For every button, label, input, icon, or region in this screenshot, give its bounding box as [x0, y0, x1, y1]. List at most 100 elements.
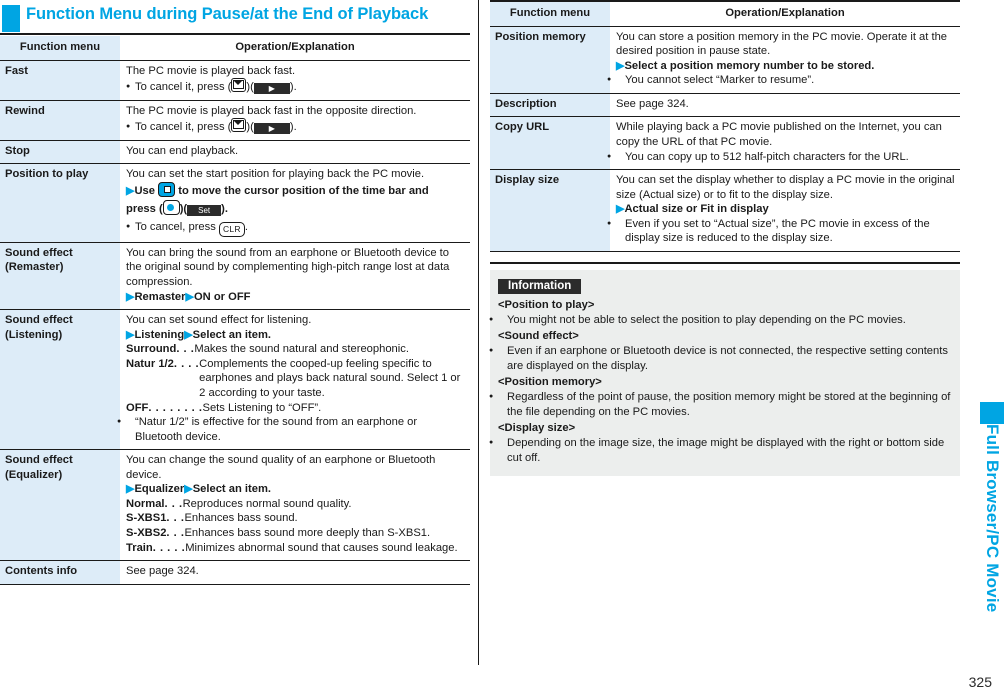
information-top-rule: [490, 262, 960, 264]
label-line: (Equalizer): [5, 468, 63, 481]
header-operation: Operation/Explanation: [120, 36, 470, 61]
row-content-copy-url: While playing back a PC movie published …: [610, 116, 960, 170]
bullet-dot: [126, 120, 135, 135]
text-line: to move the cursor position of the time …: [178, 184, 429, 197]
definition-term: Surround: [126, 343, 177, 356]
definition-dots: . . . . .: [152, 541, 186, 554]
definition-text: Makes the sound natural and stereophonic…: [194, 343, 409, 356]
left-column: Function Menu during Pause/at the End of…: [0, 0, 478, 698]
text-line: press: [126, 203, 156, 216]
bullet-dot: [126, 415, 135, 430]
text-line: You cannot select “Marker to resume”.: [625, 74, 815, 87]
right-column: Function menu Operation/Explanation Posi…: [486, 0, 976, 698]
row-label-sound-effect-remaster: Sound effect (Remaster): [0, 241, 120, 310]
information-text: Regardless of the point of pause, the po…: [507, 391, 951, 418]
table-row: Display size You can set the display whe…: [490, 169, 960, 252]
header-function-menu: Function menu: [0, 36, 120, 61]
table-row: Sound effect (Equalizer) You can change …: [0, 449, 470, 561]
definition-item: S-XBS1 . . . Enhances bass sound.: [126, 511, 466, 526]
row-label-description: Description: [490, 92, 610, 117]
function-menu-table-right: Function menu Operation/Explanation Posi…: [490, 2, 960, 252]
definition-text: Complements the cooped-up feeling specif…: [199, 357, 461, 399]
label-line: (Listening): [5, 328, 63, 341]
information-subheading: <Position to play>: [498, 299, 595, 311]
information-text: Depending on the image size, the image m…: [507, 437, 945, 464]
row-content-stop: You can end playback.: [120, 139, 470, 164]
clr-key-icon: CLR: [218, 221, 245, 237]
table-row: Rewind The PC movie is played back fast …: [0, 99, 470, 141]
chapter-tab-marker: [980, 402, 1004, 424]
row-content-description: See page 324.: [610, 92, 960, 117]
text-line: See page 324.: [616, 97, 689, 110]
header-operation: Operation/Explanation: [610, 2, 960, 27]
step-arrow-icon: [185, 291, 193, 303]
text-paragraph: While playing back a PC movie published …: [616, 121, 942, 148]
table-row: Contents info See page 324.: [0, 560, 470, 585]
row-label-position-memory: Position memory: [490, 26, 610, 94]
row-label-rewind: Rewind: [0, 99, 120, 141]
definition-dots: . . .: [166, 512, 185, 525]
set-softkey-icon: Set: [187, 205, 222, 217]
text-paragraph: You can store a position memory in the P…: [616, 30, 948, 58]
row-label-contents-info: Contents info: [0, 560, 120, 585]
row-label-copy-url: Copy URL: [490, 116, 610, 170]
table-row: Fast The PC movie is played back fast. T…: [0, 60, 470, 101]
text-line: ON or OFF: [193, 290, 251, 303]
row-label-sound-effect-listening: Sound effect (Listening): [0, 309, 120, 450]
row-content-display-size: You can set the display whether to displ…: [610, 169, 960, 252]
text-paragraph: You can change the sound quality of an e…: [126, 454, 436, 481]
row-content-position-memory: You can store a position memory in the P…: [610, 26, 960, 94]
text-line: To cancel, press: [135, 220, 216, 233]
definition-item: Natur 1/2 . . . . Complements the cooped-…: [126, 357, 466, 401]
bullet-dot: [616, 73, 625, 88]
definition-item: Normal . . . Reproduces normal sound qual…: [126, 497, 466, 512]
text-line: The PC movie is played back fast.: [126, 64, 296, 77]
page-number: 325: [968, 674, 992, 690]
header-function-menu: Function menu: [490, 2, 610, 27]
definition-dots: . . . .: [173, 357, 200, 370]
definition-text: Enhances bass sound more deeply than S-X…: [184, 527, 431, 540]
definition-item: Train . . . . . Minimizes abnormal sound …: [126, 541, 466, 556]
text-line: You can copy up to 512 half-pitch charac…: [625, 150, 909, 163]
definition-term: Natur 1/2: [126, 357, 174, 370]
definition-term: Train: [126, 541, 153, 554]
definition-text: Minimizes abnormal sound that causes sou…: [185, 541, 458, 554]
table-header-row: Function menu Operation/Explanation: [490, 2, 960, 27]
row-content-fast: The PC movie is played back fast. To can…: [120, 60, 470, 101]
table-row: Sound effect (Remaster) You can bring th…: [0, 241, 470, 310]
text-line: ).: [221, 203, 228, 216]
definition-term: Normal: [126, 497, 165, 510]
table-row: Stop You can end playback.: [0, 139, 470, 164]
definition-item: OFF . . . . . . . . Sets Listening to “OF…: [126, 401, 466, 416]
definition-text: Reproduces normal sound quality.: [182, 497, 352, 510]
bullet-dot: [126, 220, 135, 235]
information-subheading: <Display size>: [498, 422, 576, 434]
definition-dots: . . .: [164, 497, 183, 510]
text-line: The PC movie is played back fast in the …: [126, 104, 417, 117]
text-line: Remaster: [134, 290, 186, 303]
definition-text: Enhances bass sound.: [184, 512, 298, 525]
label-line: Sound effect: [5, 454, 73, 467]
page-title: Function Menu during Pause/at the End of…: [26, 5, 429, 23]
label-line: Sound effect: [5, 246, 73, 259]
definition-term: OFF: [126, 401, 149, 414]
bullet-dot: [616, 150, 625, 165]
row-content-position-to-play: You can set the start position for playi…: [120, 163, 470, 243]
text-line: Listening: [134, 328, 185, 341]
play-softkey-icon: [253, 83, 290, 95]
text-line: “Natur 1/2” is effective for the sound f…: [135, 416, 418, 443]
information-subheading: <Sound effect>: [498, 330, 579, 342]
information-box: Information <Position to play> You might…: [490, 270, 960, 476]
text-line: Use: [134, 184, 155, 197]
row-content-sound-effect-remaster: You can bring the sound from an earphone…: [120, 241, 470, 310]
text-line: Actual size or Fit in display: [624, 203, 769, 216]
text-line: ).: [289, 121, 297, 134]
center-key-icon: [162, 200, 180, 216]
row-label-fast: Fast: [0, 60, 120, 101]
text-line: Even if you set to “Actual size”, the PC…: [625, 217, 930, 245]
step-arrow-icon: [184, 483, 192, 495]
section-title: Function Menu during Pause/at the End of…: [0, 5, 478, 32]
text-line: Equalizer: [134, 483, 185, 496]
table-row: Sound effect (Listening) You can set sou…: [0, 309, 470, 450]
text-line: ).: [289, 81, 297, 94]
